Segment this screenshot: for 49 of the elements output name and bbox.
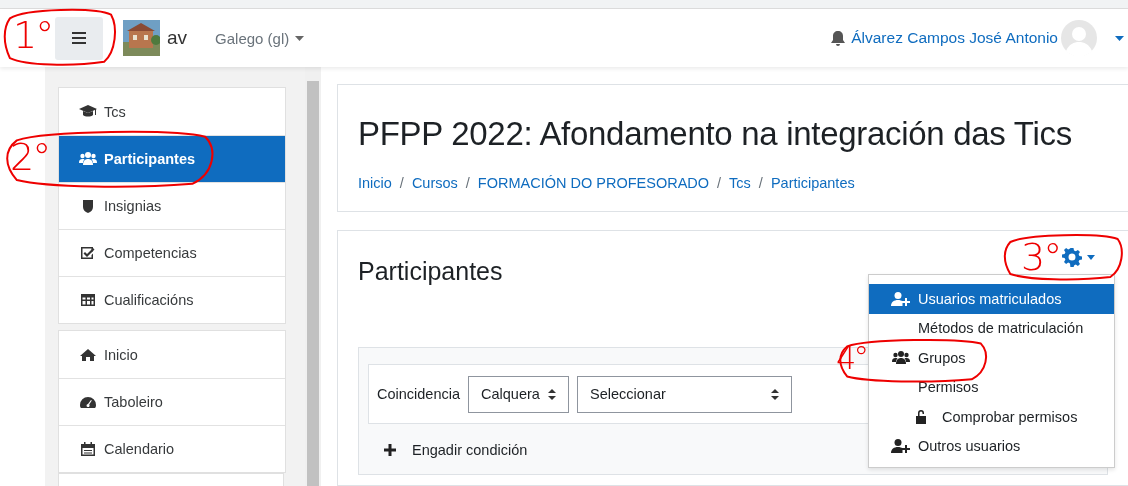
gauge-icon — [79, 394, 97, 410]
breadcrumb-separator: / — [717, 175, 722, 191]
user-plus-icon — [891, 438, 911, 455]
language-menu[interactable]: Galego (gl) — [215, 29, 305, 47]
menu-button[interactable] — [55, 16, 103, 60]
sort-icon — [548, 388, 557, 400]
caret-icon — [295, 35, 305, 41]
annotation-label: 2° — [10, 138, 50, 176]
menu-item[interactable]: Comprobar permisos — [869, 402, 1114, 432]
users-icon — [79, 151, 97, 167]
settings-icon — [1062, 247, 1082, 267]
breadcrumb-link[interactable]: Inicio — [358, 175, 392, 191]
menu-item[interactable]: Usuarios matriculados — [869, 284, 1114, 314]
unlock-icon — [915, 409, 927, 425]
site-name[interactable]: av — [167, 27, 188, 49]
match-label: Coincidencia — [377, 386, 461, 402]
breadcrumb-link[interactable]: FORMACIÓN DO PROFESORADO — [477, 175, 710, 191]
settings-button[interactable] — [1060, 245, 1097, 269]
breadcrumb-link[interactable]: Participantes — [770, 175, 855, 191]
bell-icon[interactable] — [831, 30, 846, 46]
caret-icon[interactable] — [1115, 35, 1124, 41]
sort-icon — [771, 388, 780, 400]
menu-item[interactable]: Outros usuarios — [869, 431, 1114, 461]
caret-icon — [1087, 254, 1095, 260]
menu-item[interactable]: Permisos — [869, 372, 1114, 402]
match-select[interactable]: Calquera — [468, 375, 570, 413]
breadcrumb-link[interactable]: Cursos — [411, 175, 458, 191]
add-condition-button[interactable]: Engadir condición — [384, 442, 528, 458]
plus-icon — [384, 444, 396, 456]
menu-icon — [72, 32, 86, 44]
sidebar-item[interactable]: Participantes — [59, 135, 285, 182]
users-icon — [891, 349, 911, 366]
menu-item[interactable]: Métodos de matriculación — [869, 313, 1114, 343]
breadcrumb-link[interactable]: Tcs — [729, 175, 751, 191]
annotation-label: 1° — [13, 16, 53, 54]
course-title: PFPP 2022: Afondamento na integración das Tics — [358, 115, 1073, 153]
checkbox-icon — [79, 245, 97, 261]
breadcrumb-separator: / — [465, 175, 470, 191]
user-name-link[interactable]: Álvarez Campos José Antonio — [851, 29, 1058, 47]
annotation-label: 3° — [1021, 238, 1061, 276]
field-select[interactable]: Seleccionar — [577, 375, 793, 413]
breadcrumb-separator: / — [758, 175, 763, 191]
table-icon — [79, 292, 97, 308]
user-plus-icon — [891, 290, 911, 307]
calendar-icon — [79, 441, 97, 457]
page-heading: Participantes — [358, 256, 503, 286]
home-icon — [79, 346, 97, 363]
menu-item[interactable]: Grupos — [869, 343, 1114, 373]
breadcrumb-separator: / — [399, 175, 404, 191]
